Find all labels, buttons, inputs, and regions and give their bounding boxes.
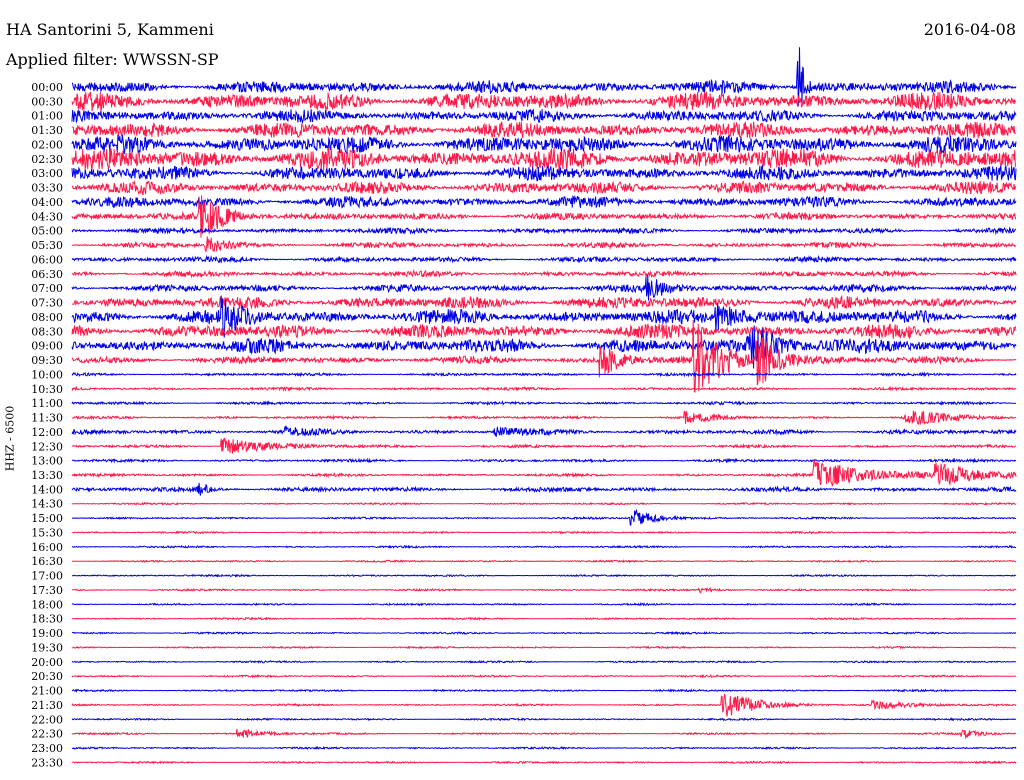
trace-line	[71, 530, 1017, 535]
trace-line	[71, 745, 1017, 751]
trace-line	[71, 294, 1017, 310]
time-label: 19:30	[31, 641, 63, 654]
time-label: 04:30	[31, 210, 63, 223]
trace-line	[71, 236, 1017, 253]
time-label: 00:00	[31, 81, 63, 94]
trace-line	[71, 226, 1017, 236]
time-label: 17:30	[31, 584, 63, 597]
time-label: 01:00	[31, 110, 63, 123]
trace-line	[71, 385, 1017, 392]
trace-line	[72, 559, 1017, 564]
trace-line	[71, 134, 1017, 155]
trace-line	[71, 254, 1017, 264]
time-label: 14:00	[31, 483, 63, 496]
time-label: 09:30	[31, 354, 63, 367]
trace-line	[71, 410, 1017, 426]
trace-line	[71, 147, 1017, 172]
time-label: 10:00	[31, 368, 63, 381]
trace-line	[71, 371, 1017, 378]
time-label: 22:30	[31, 728, 63, 741]
trace-line	[71, 602, 1017, 607]
time-label: 05:00	[31, 225, 63, 238]
trace-line	[71, 544, 1017, 549]
trace-line	[71, 728, 1017, 740]
trace-line	[71, 437, 1017, 454]
time-label: 17:00	[31, 570, 63, 583]
trace-line	[71, 630, 1016, 636]
time-label: 21:30	[31, 699, 63, 712]
time-label: 18:30	[31, 613, 63, 626]
time-label: 03:30	[31, 182, 63, 195]
time-label: 12:30	[31, 440, 63, 453]
trace-line	[71, 717, 1017, 722]
time-label: 23:00	[31, 742, 63, 755]
time-label: 06:00	[31, 253, 63, 266]
time-label: 09:00	[31, 340, 63, 353]
trace-line	[71, 693, 1017, 717]
trace-line	[71, 400, 1017, 407]
trace-line	[71, 194, 1017, 209]
time-label: 08:00	[31, 311, 63, 324]
time-label: 07:30	[31, 297, 63, 310]
time-label: 20:00	[31, 656, 63, 669]
time-label: 12:00	[31, 426, 63, 439]
trace-line	[71, 482, 1017, 496]
time-label: 15:00	[31, 512, 63, 525]
trace-line	[72, 616, 1017, 621]
trace-line	[71, 163, 1017, 182]
time-label: 18:00	[31, 598, 63, 611]
time-label: 20:30	[31, 670, 63, 683]
time-label: 02:30	[31, 153, 63, 166]
time-label: 13:30	[31, 469, 63, 482]
time-label: 00:30	[31, 95, 63, 108]
time-label: 04:00	[31, 196, 63, 209]
trace-line	[71, 269, 1017, 279]
trace-line	[71, 121, 1017, 140]
trace-line	[71, 323, 1017, 340]
time-label: 10:30	[31, 383, 63, 396]
helicorder-plot: 00:0000:30 01:0001:3002:00 02:3003:00 03:30…	[31, 47, 1017, 769]
time-label: 01:30	[31, 124, 63, 137]
trace-line	[71, 760, 1017, 765]
time-label: 06:30	[31, 268, 63, 281]
time-label: 14:30	[31, 498, 63, 511]
trace-line	[71, 425, 1017, 438]
trace-line	[71, 674, 1016, 679]
trace-line	[71, 645, 1017, 650]
time-label: 15:30	[31, 526, 63, 539]
time-label: 16:30	[31, 555, 63, 568]
trace-line	[71, 108, 1017, 125]
time-label: 16:00	[31, 541, 63, 554]
trace-line	[71, 275, 1017, 301]
trace-line	[72, 457, 1017, 464]
trace-line	[71, 90, 1016, 112]
trace-line	[71, 501, 1017, 506]
time-label: 13:00	[31, 455, 63, 468]
time-label: 02:00	[31, 138, 63, 151]
time-label: 08:30	[31, 325, 63, 338]
time-label: 05:30	[31, 239, 63, 252]
trace-line	[71, 587, 1017, 594]
time-label: 11:30	[31, 412, 63, 425]
trace-line	[71, 688, 1017, 693]
time-label: 07:00	[31, 282, 63, 295]
time-label: 03:00	[31, 167, 63, 180]
trace-line	[71, 508, 1017, 526]
trace-line	[71, 659, 1016, 664]
time-label: 19:00	[31, 627, 63, 640]
time-label: 23:30	[31, 756, 63, 769]
trace-line	[71, 458, 1017, 487]
trace-line	[71, 180, 1017, 196]
trace-line	[71, 573, 1017, 578]
time-label: 21:00	[31, 685, 63, 698]
time-label: 11:00	[31, 397, 63, 410]
time-label: 22:00	[31, 713, 63, 726]
